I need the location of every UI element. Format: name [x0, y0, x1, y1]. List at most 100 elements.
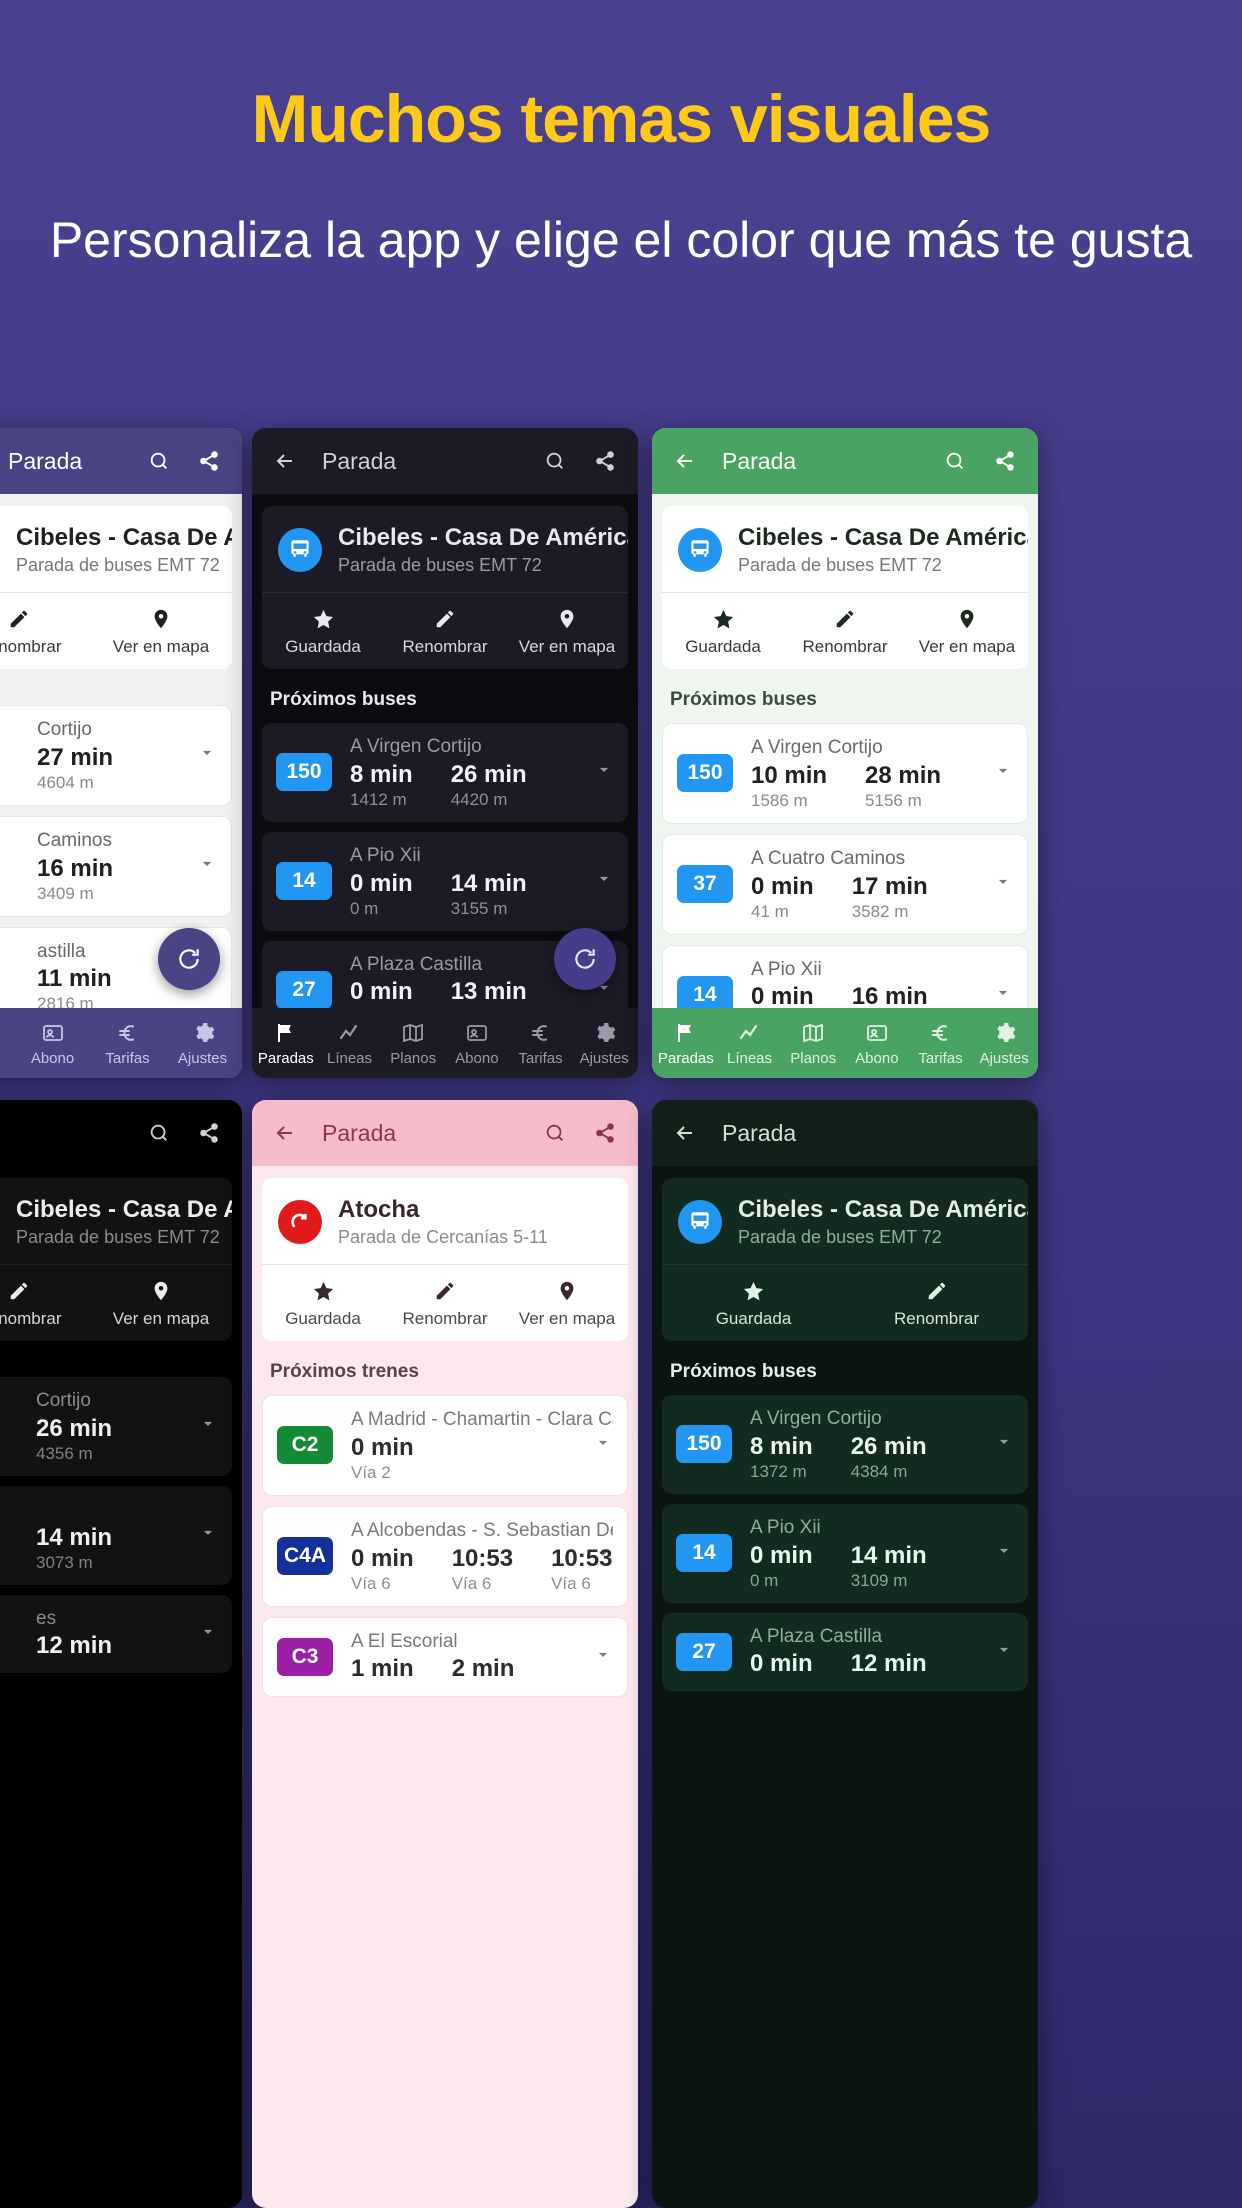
action-rename[interactable]: Renombrar	[384, 1277, 506, 1329]
search-icon[interactable]	[142, 1116, 176, 1150]
list-item[interactable]: es 12 min	[0, 1594, 232, 1674]
nav-item-abono[interactable]: Abono	[445, 1019, 509, 1067]
list-item[interactable]: 27 A Plaza Castilla 0 min 12 min	[662, 1612, 1028, 1692]
list-item[interactable]: C2 A Madrid - Chamartin - Clara Campoamo…	[262, 1395, 628, 1496]
distance-value: Vía 6	[551, 1573, 591, 1593]
action-saved[interactable]: Guardada	[262, 1277, 384, 1329]
action-view-map[interactable]: Ver en mapa	[90, 605, 232, 657]
search-icon[interactable]	[538, 444, 572, 478]
search-icon[interactable]	[142, 444, 176, 478]
chevron-down-icon[interactable]	[197, 743, 217, 768]
chevron-down-icon[interactable]	[994, 1541, 1014, 1566]
line-badge: 14	[677, 975, 733, 1008]
chevron-down-icon[interactable]	[593, 1644, 613, 1669]
action-saved[interactable]: Guardada	[262, 605, 384, 657]
line-badge: 37	[677, 865, 733, 904]
list-item[interactable]: 14 min 3073 m	[0, 1485, 232, 1585]
chevron-down-icon[interactable]	[593, 1544, 613, 1569]
action-view-map[interactable]: Ver en mapa	[906, 605, 1028, 657]
stop-card-header: Cibeles - Casa De América Parada de buse…	[0, 1178, 232, 1264]
stop-name: Cibeles - Casa De América	[16, 1196, 232, 1223]
nav-item-paradas[interactable]: Paradas	[254, 1019, 318, 1067]
refresh-fab[interactable]	[158, 928, 220, 990]
chevron-down-icon[interactable]	[994, 1639, 1014, 1664]
card-icon	[445, 1019, 509, 1047]
list-item[interactable]: Caminos 16 min 3409 m	[0, 815, 232, 917]
nav-item-tarifas[interactable]: Tarifas	[90, 1019, 165, 1067]
location-pin-icon	[90, 1277, 232, 1305]
chevron-down-icon[interactable]	[993, 761, 1013, 786]
time-value: 10:53	[451, 1544, 514, 1572]
line-badge	[0, 958, 19, 996]
chevron-down-icon[interactable]	[993, 872, 1013, 897]
nav-item-abono[interactable]: Abono	[15, 1019, 90, 1067]
nav-item-paradas[interactable]: Paradas	[654, 1019, 718, 1067]
chevron-down-icon[interactable]	[198, 1523, 218, 1548]
card-icon	[845, 1019, 909, 1047]
back-icon[interactable]	[668, 1116, 702, 1150]
action-rename[interactable]: Renombrar	[0, 1277, 90, 1329]
list-item[interactable]: C4A A Alcobendas - S. Sebastian De Los R…	[262, 1505, 628, 1607]
list-item[interactable]: Cortijo 27 min 4604 m	[0, 705, 232, 806]
action-view-map[interactable]: Ver en mapa	[506, 605, 628, 657]
nav-item-planos[interactable]: Planos	[381, 1019, 445, 1067]
search-icon[interactable]	[938, 444, 972, 478]
back-icon[interactable]	[268, 1116, 302, 1150]
nav-item-planos[interactable]: Planos	[781, 1019, 845, 1067]
nav-item-label: Abono	[855, 1050, 899, 1067]
nav-item-líneas[interactable]: Líneas	[718, 1019, 782, 1067]
list-item[interactable]: C3 A El Escorial 1 min 2 min	[262, 1616, 628, 1698]
nav-item-tarifas[interactable]: Tarifas	[909, 1019, 973, 1067]
share-icon[interactable]	[588, 1116, 622, 1150]
nav-item-abono[interactable]: Abono	[845, 1019, 909, 1067]
action-saved[interactable]: Guardada	[662, 1277, 845, 1329]
share-icon[interactable]	[192, 1116, 226, 1150]
action-view-map[interactable]: Ver en mapa	[506, 1277, 628, 1329]
chevron-down-icon[interactable]	[993, 982, 1013, 1007]
list-item[interactable]: 14 A Pio Xii 0 min246 m 16 min2996 m	[662, 944, 1028, 1008]
action-rename[interactable]: Renombrar	[384, 605, 506, 657]
distance-value: Vía 6	[451, 1573, 492, 1593]
stop-card-header: Cibeles - Casa De América Parada de buse…	[662, 1178, 1028, 1264]
nav-item-planos[interactable]: Planos	[0, 1019, 15, 1067]
chevron-down-icon[interactable]	[994, 1432, 1014, 1457]
nav-item-líneas[interactable]: Líneas	[318, 1019, 382, 1067]
nav-item-ajustes[interactable]: Ajustes	[165, 1019, 240, 1067]
share-icon[interactable]	[988, 444, 1022, 478]
pencil-icon	[845, 1277, 1028, 1305]
action-label: Ver en mapa	[518, 1309, 616, 1328]
time-value: 12 min	[850, 1650, 927, 1678]
list-item[interactable]: 14 A Pio Xii 0 min 0 m 14 min 3109 m	[662, 1503, 1028, 1603]
chevron-down-icon[interactable]	[197, 854, 217, 879]
action-rename[interactable]: Renombrar	[784, 605, 906, 657]
nav-item-ajustes[interactable]: Ajustes	[972, 1019, 1036, 1067]
chevron-down-icon[interactable]	[594, 760, 614, 785]
back-icon[interactable]	[268, 444, 302, 478]
list-item[interactable]: 150 A Virgen Cortijo 10 min 1586 m 28 min 5…	[662, 723, 1028, 824]
list-item[interactable]: 150 A Virgen Cortijo 8 min 1372 m 26 min 43…	[662, 1395, 1028, 1494]
list-item[interactable]: Cortijo 26 min 4356 m	[0, 1377, 232, 1476]
nav-item-tarifas[interactable]: Tarifas	[509, 1019, 573, 1067]
list-item[interactable]: 14 A Pio Xii 0 min 0 m 14 min 3155 m	[262, 831, 628, 931]
action-saved[interactable]: Guardada	[662, 605, 784, 657]
chevron-down-icon[interactable]	[593, 1433, 613, 1458]
back-icon[interactable]	[668, 444, 702, 478]
list-item[interactable]: 150 A Virgen Cortijo 8 min 1412 m 26 min 44…	[262, 723, 628, 822]
chevron-down-icon[interactable]	[594, 869, 614, 894]
refresh-fab[interactable]	[554, 928, 616, 990]
search-icon[interactable]	[538, 1116, 572, 1150]
share-icon[interactable]	[192, 444, 226, 478]
action-rename[interactable]: Renombrar	[0, 605, 90, 657]
nav-item-ajustes[interactable]: Ajustes	[572, 1019, 636, 1067]
chevron-down-icon[interactable]	[198, 1621, 218, 1646]
time-column: 0 min 41 m	[751, 873, 814, 922]
share-icon[interactable]	[588, 444, 622, 478]
action-rename[interactable]: Renombrar	[845, 1277, 1028, 1329]
line-badge: 14	[276, 862, 332, 901]
time-value: 0 min	[751, 872, 814, 900]
action-label: Renombrar	[402, 1309, 488, 1328]
chevron-down-icon[interactable]	[198, 1414, 218, 1439]
time-column: 2 min	[452, 1655, 515, 1684]
action-view-map[interactable]: Ver en mapa	[90, 1277, 232, 1329]
list-item[interactable]: 37 A Cuatro Caminos 0 min 41 m 17 min 3582 …	[662, 833, 1028, 935]
